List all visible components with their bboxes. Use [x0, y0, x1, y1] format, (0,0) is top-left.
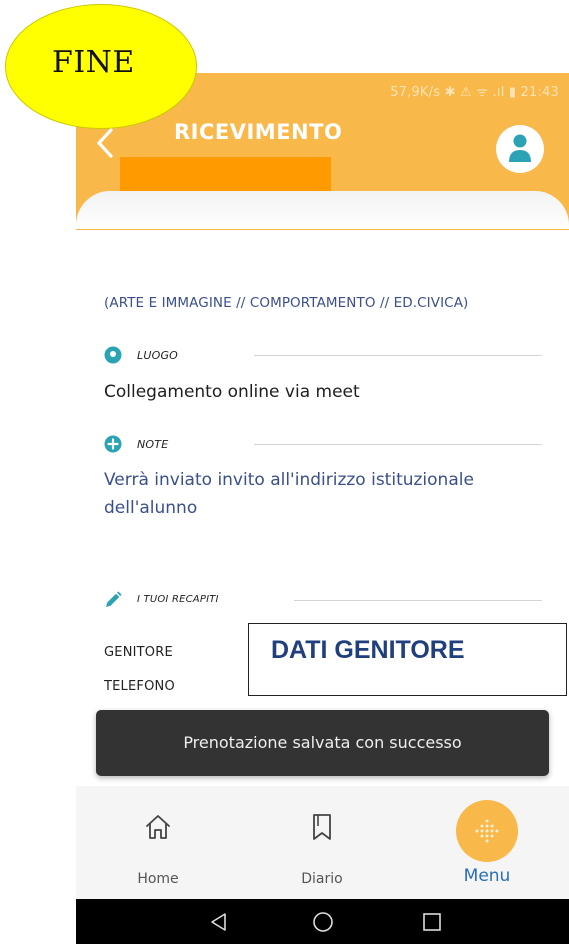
status-bar: 57,9K/s ✱ ⚠ ᯤ .ıl ▮ 21:43 — [390, 85, 559, 100]
note-value: Verrà inviato invito all'indirizzo istit… — [104, 470, 474, 518]
home-icon — [146, 815, 170, 839]
triangle-back-icon[interactable] — [206, 909, 232, 935]
chevron-left-icon — [97, 128, 113, 158]
fine-annotation-label: FINE — [52, 45, 135, 80]
plus-circle-icon — [104, 435, 122, 453]
section-label-recapiti: I TUOI RECAPITI — [137, 594, 219, 605]
section-divider — [294, 600, 542, 601]
section-divider — [254, 355, 542, 356]
back-button[interactable] — [92, 125, 118, 161]
telefono-label: TELEFONO — [104, 679, 175, 694]
section-recapiti: I TUOI RECAPITI — [104, 591, 544, 611]
subjects-text: (ARTE E IMMAGINE // COMPORTAMENTO // ED.… — [104, 295, 469, 311]
section-label-note: NOTE — [137, 438, 169, 451]
user-icon — [509, 134, 531, 162]
system-nav-bar — [76, 899, 569, 944]
nav-menu[interactable] — [456, 800, 518, 862]
section-divider — [254, 444, 542, 445]
square-recents-icon[interactable] — [419, 909, 445, 935]
bookmark-icon — [313, 814, 331, 840]
success-toast: Prenotazione salvata con successo — [96, 710, 549, 776]
nav-home[interactable]: Home — [98, 786, 218, 899]
nav-diario-label: Diario — [301, 871, 343, 887]
card-shadow — [76, 191, 569, 229]
nav-diario[interactable]: Diario — [262, 786, 382, 899]
fine-annotation-bubble: FINE — [5, 4, 197, 129]
nav-home-label: Home — [137, 871, 179, 887]
dati-genitore-overlay: DATI GENITORE — [248, 623, 567, 696]
phone-screen: 57,9K/s ✱ ⚠ ᯤ .ıl ▮ 21:43 RICEVIMENTO (A… — [76, 73, 569, 944]
genitore-label: GENITORE — [104, 645, 173, 660]
section-note: NOTE — [104, 435, 544, 455]
section-luogo: LUOGO — [104, 346, 544, 366]
circle-home-icon[interactable] — [310, 909, 336, 935]
luogo-value: Collegamento online via meet — [104, 382, 360, 402]
dati-genitore-text: DATI GENITORE — [271, 636, 465, 664]
bottom-nav: Home Diario Menu — [76, 786, 569, 899]
nav-menu-label[interactable]: Menu — [427, 866, 547, 886]
grid-dots-icon — [475, 819, 499, 843]
page-title: RICEVIMENTO — [174, 120, 343, 144]
section-label-luogo: LUOGO — [137, 349, 179, 362]
avatar-button[interactable] — [496, 125, 544, 173]
pencil-icon — [106, 591, 122, 607]
map-pin-icon — [104, 346, 122, 364]
